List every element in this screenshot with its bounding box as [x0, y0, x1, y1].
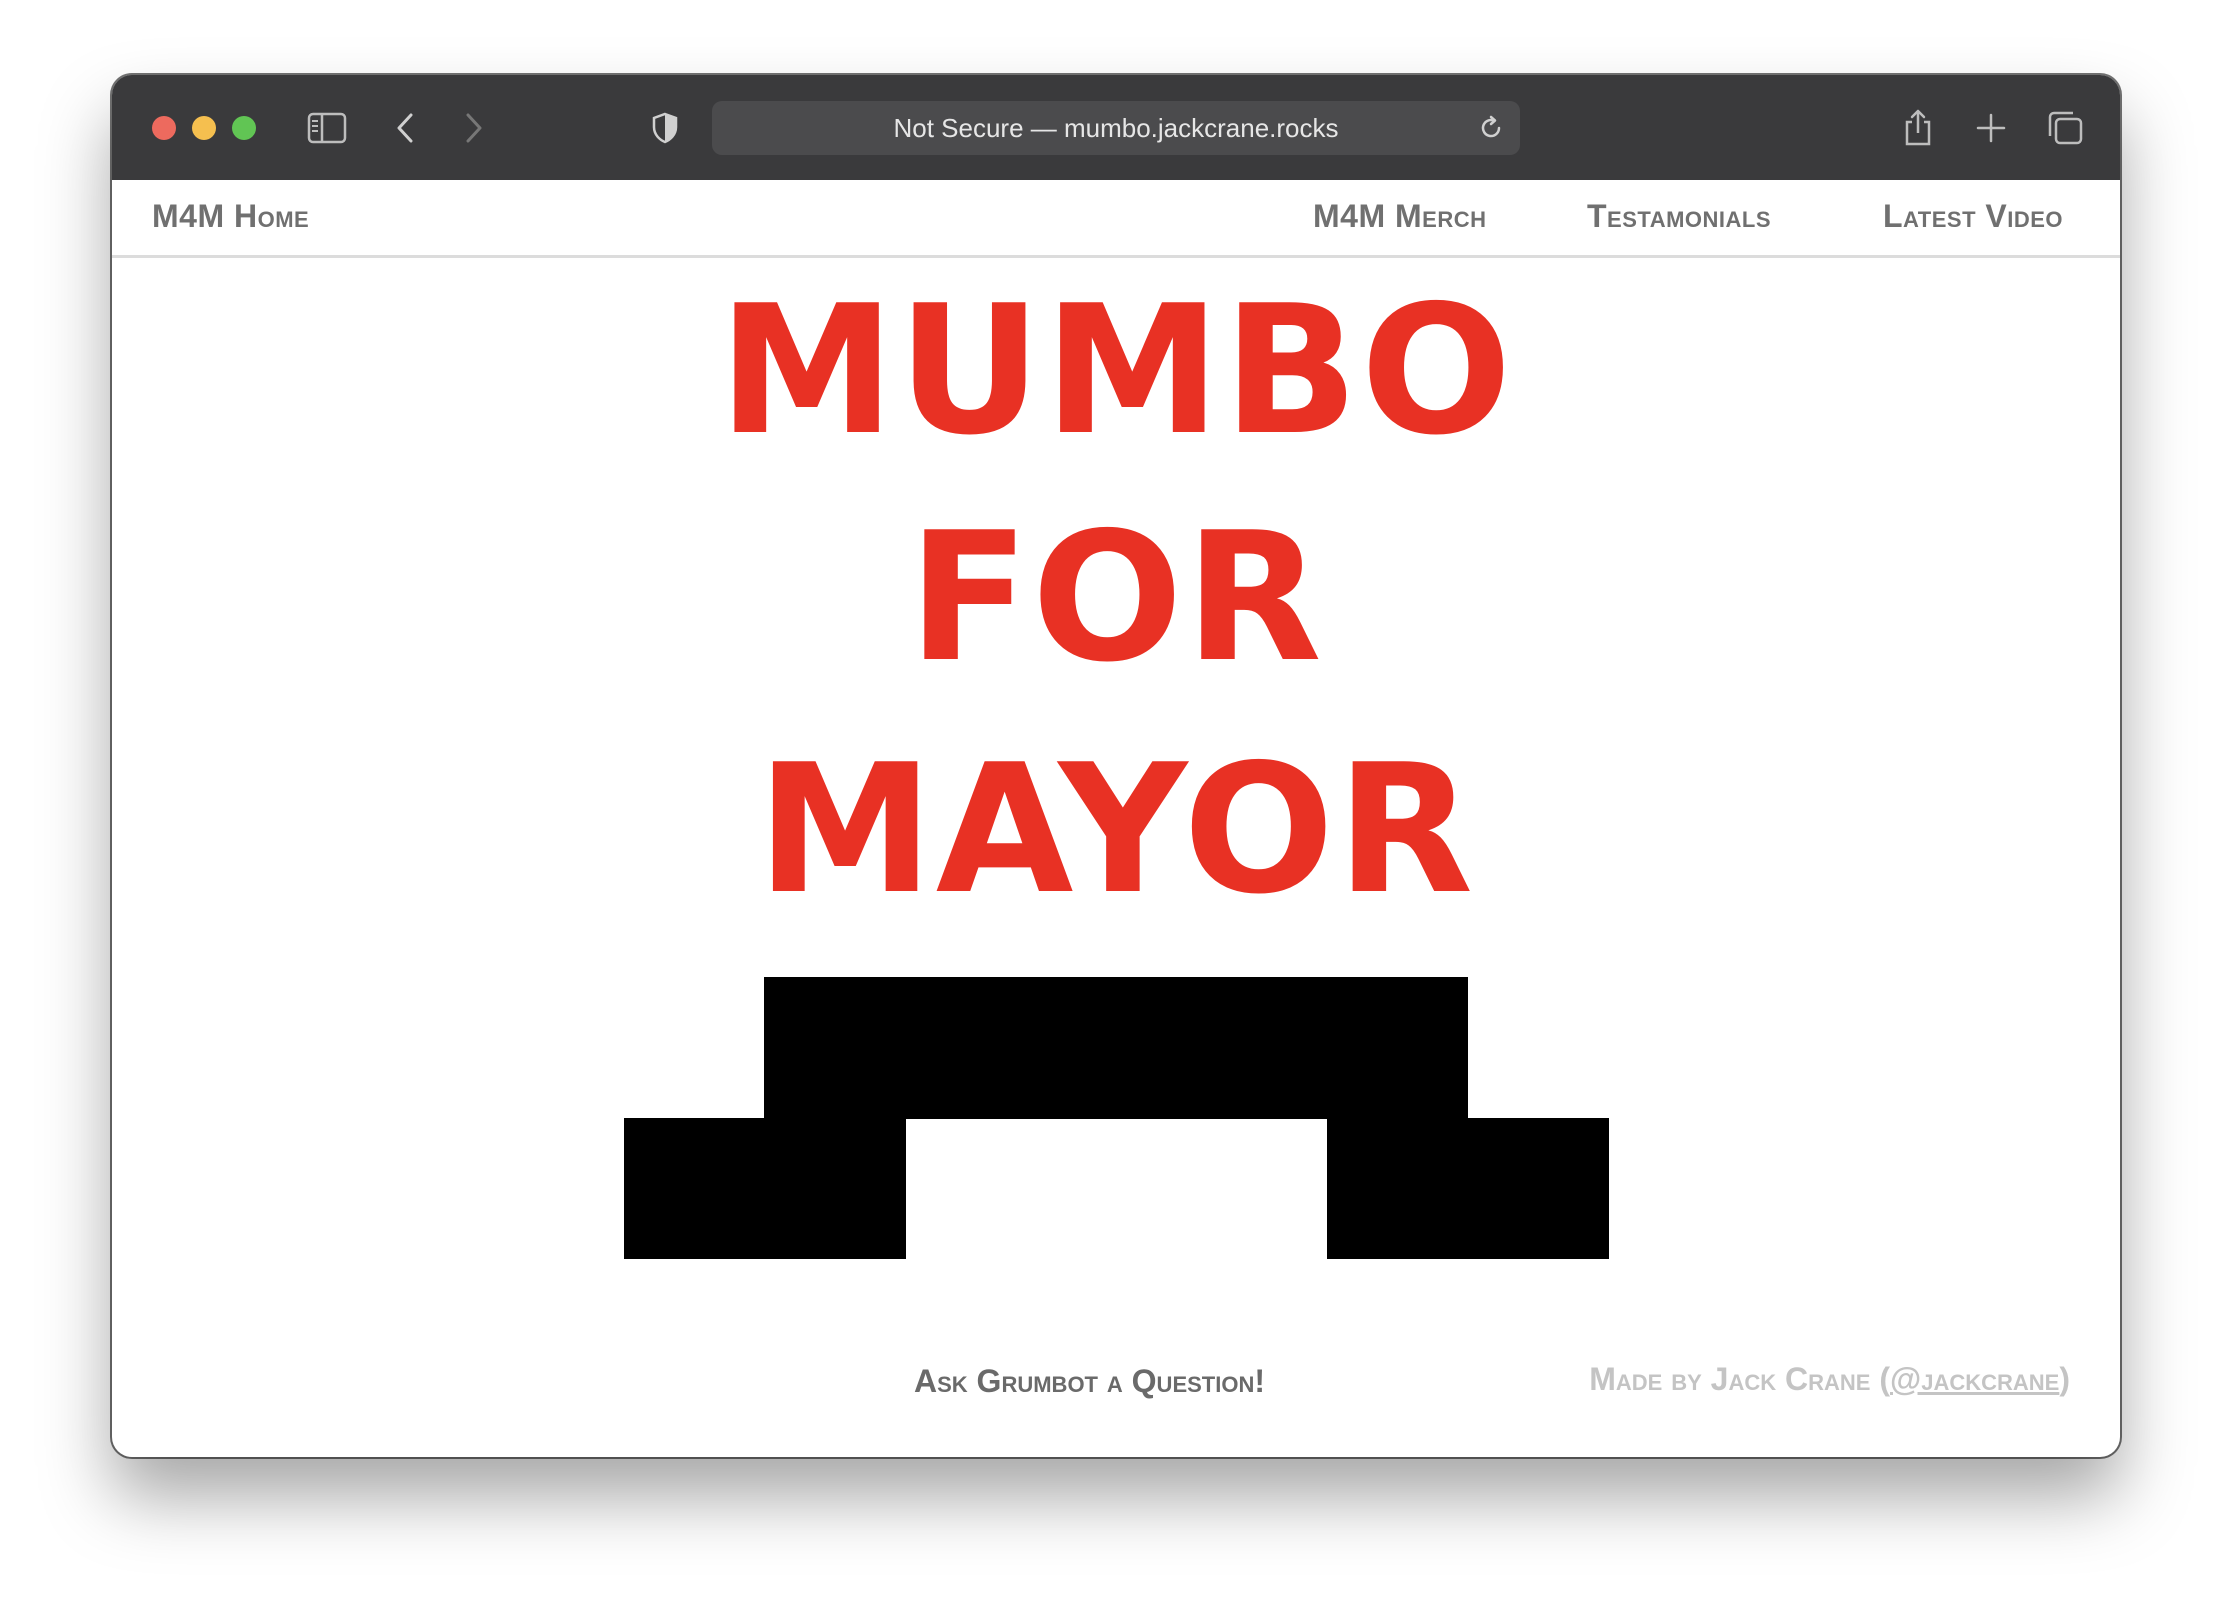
- reload-icon[interactable]: [1476, 113, 1506, 148]
- credit-prefix: Made by Jack Crane (: [1589, 1361, 1891, 1397]
- credit-suffix: ): [2059, 1361, 2070, 1397]
- minimize-window-button[interactable]: [192, 116, 216, 140]
- tabs-overview-icon[interactable]: [2045, 108, 2085, 148]
- sidebar-icon[interactable]: [305, 108, 349, 148]
- headline-line-2: FOR: [908, 494, 1324, 701]
- mustache-top-block: [764, 977, 1468, 1119]
- nav-testimonials-link[interactable]: Testamonials: [1587, 180, 1771, 252]
- nav-home-link[interactable]: M4M Home: [152, 180, 309, 252]
- browser-window: Not Secure — mumbo.jackcrane.rocks M4M H…: [112, 75, 2120, 1457]
- nav-merch-link[interactable]: M4M Merch: [1313, 180, 1487, 252]
- address-bar[interactable]: Not Secure — mumbo.jackcrane.rocks: [712, 101, 1520, 155]
- headline-line-3: MAYOR: [756, 726, 1476, 933]
- close-window-button[interactable]: [152, 116, 176, 140]
- mustache-left-block: [624, 1118, 906, 1259]
- new-tab-icon[interactable]: [1973, 108, 2009, 148]
- made-by-credit: Made by Jack Crane (@jackcrane): [1589, 1361, 2070, 1398]
- forward-icon[interactable]: [459, 108, 489, 148]
- maximize-window-button[interactable]: [232, 116, 256, 140]
- headline-line-1: MUMBO: [718, 267, 1514, 474]
- ask-grumbot-link[interactable]: Ask Grumbot a Question!: [914, 1363, 1265, 1400]
- nav-latest-video-link[interactable]: Latest Video: [1883, 180, 2063, 252]
- mustache-right-block: [1327, 1118, 1609, 1259]
- shield-icon[interactable]: [648, 108, 682, 148]
- share-icon[interactable]: [1900, 108, 1936, 148]
- jackcrane-link[interactable]: @jackcrane: [1890, 1361, 2059, 1397]
- browser-titlebar: Not Secure — mumbo.jackcrane.rocks: [112, 75, 2120, 181]
- back-icon[interactable]: [390, 108, 420, 148]
- url-text: Not Secure — mumbo.jackcrane.rocks: [893, 113, 1339, 143]
- site-nav: M4M Home M4M Merch Testamonials Latest V…: [112, 180, 2120, 258]
